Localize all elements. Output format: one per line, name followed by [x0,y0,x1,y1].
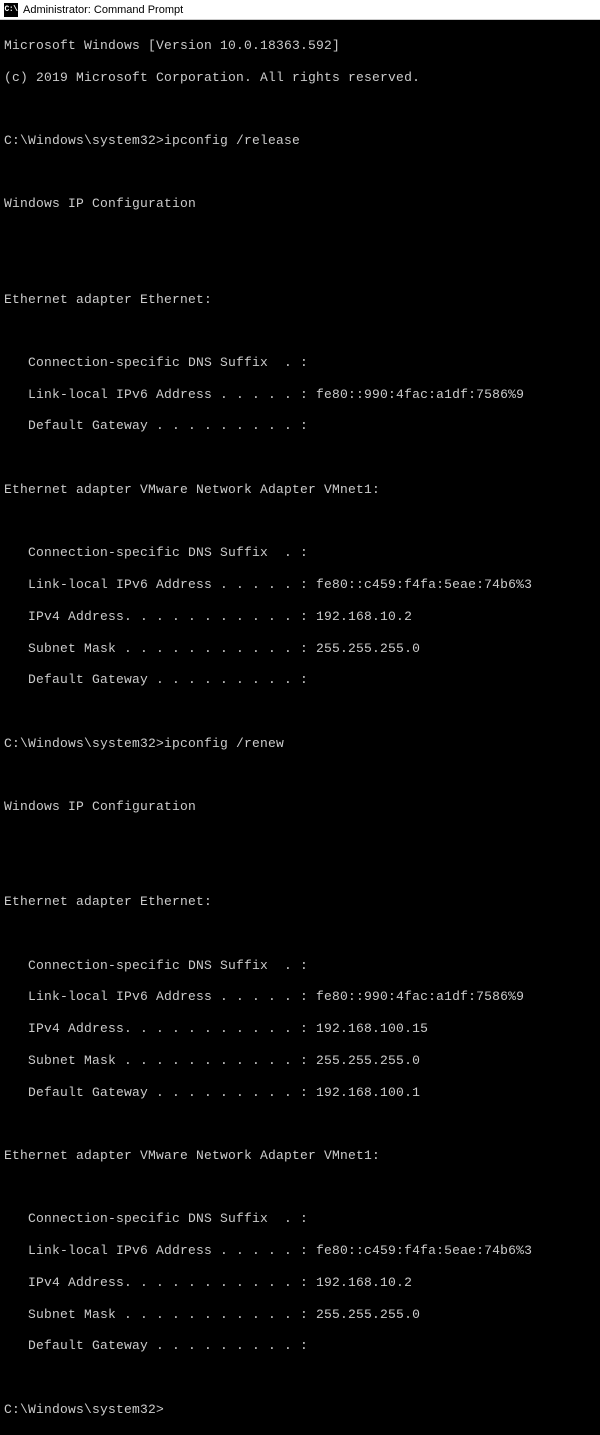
blank-line [4,101,596,117]
ipv6-address: Link-local IPv6 Address . . . . . : fe80… [4,989,596,1005]
blank-line [4,926,596,942]
blank-line [4,260,596,276]
blank-line [4,1180,596,1196]
blank-line [4,1370,596,1386]
subnet-mask: Subnet Mask . . . . . . . . . . . : 255.… [4,1053,596,1069]
ipconfig-header: Windows IP Configuration [4,799,596,815]
default-gateway: Default Gateway . . . . . . . . . : [4,672,596,688]
titlebar[interactable]: C:\ Administrator: Command Prompt [0,0,600,20]
window-title: Administrator: Command Prompt [23,4,183,16]
ipv6-address: Link-local IPv6 Address . . . . . : fe80… [4,387,596,403]
cmd-icon: C:\ [4,3,18,17]
subnet-mask: Subnet Mask . . . . . . . . . . . : 255.… [4,641,596,657]
blank-line [4,767,596,783]
blank-line [4,704,596,720]
adapter-header-vmnet: Ethernet adapter VMware Network Adapter … [4,482,596,498]
ipv6-address: Link-local IPv6 Address . . . . . : fe80… [4,577,596,593]
ipconfig-header: Windows IP Configuration [4,196,596,212]
adapter-header-ethernet: Ethernet adapter Ethernet: [4,292,596,308]
blank-line [4,863,596,879]
subnet-mask: Subnet Mask . . . . . . . . . . . : 255.… [4,1307,596,1323]
ipv4-address: IPv4 Address. . . . . . . . . . . : 192.… [4,609,596,625]
prompt-renew: C:\Windows\system32>ipconfig /renew [4,736,596,752]
default-gateway: Default Gateway . . . . . . . . . : [4,418,596,434]
ipv6-address: Link-local IPv6 Address . . . . . : fe80… [4,1243,596,1259]
terminal-output[interactable]: Microsoft Windows [Version 10.0.18363.59… [0,20,600,1435]
prompt-release: C:\Windows\system32>ipconfig /release [4,133,596,149]
adapter-header-ethernet: Ethernet adapter Ethernet: [4,894,596,910]
blank-line [4,450,596,466]
version-line: Microsoft Windows [Version 10.0.18363.59… [4,38,596,54]
dns-suffix: Connection-specific DNS Suffix . : [4,545,596,561]
blank-line [4,514,596,530]
prompt-idle: C:\Windows\system32> [4,1402,596,1418]
default-gateway: Default Gateway . . . . . . . . . : [4,1338,596,1354]
dns-suffix: Connection-specific DNS Suffix . : [4,1211,596,1227]
default-gateway: Default Gateway . . . . . . . . . : 192.… [4,1085,596,1101]
blank-line [4,1116,596,1132]
dns-suffix: Connection-specific DNS Suffix . : [4,958,596,974]
copyright-line: (c) 2019 Microsoft Corporation. All righ… [4,70,596,86]
ipv4-address: IPv4 Address. . . . . . . . . . . : 192.… [4,1275,596,1291]
adapter-header-vmnet: Ethernet adapter VMware Network Adapter … [4,1148,596,1164]
blank-line [4,323,596,339]
ipv4-address: IPv4 Address. . . . . . . . . . . : 192.… [4,1021,596,1037]
blank-line [4,831,596,847]
blank-line [4,165,596,181]
blank-line [4,228,596,244]
dns-suffix: Connection-specific DNS Suffix . : [4,355,596,371]
